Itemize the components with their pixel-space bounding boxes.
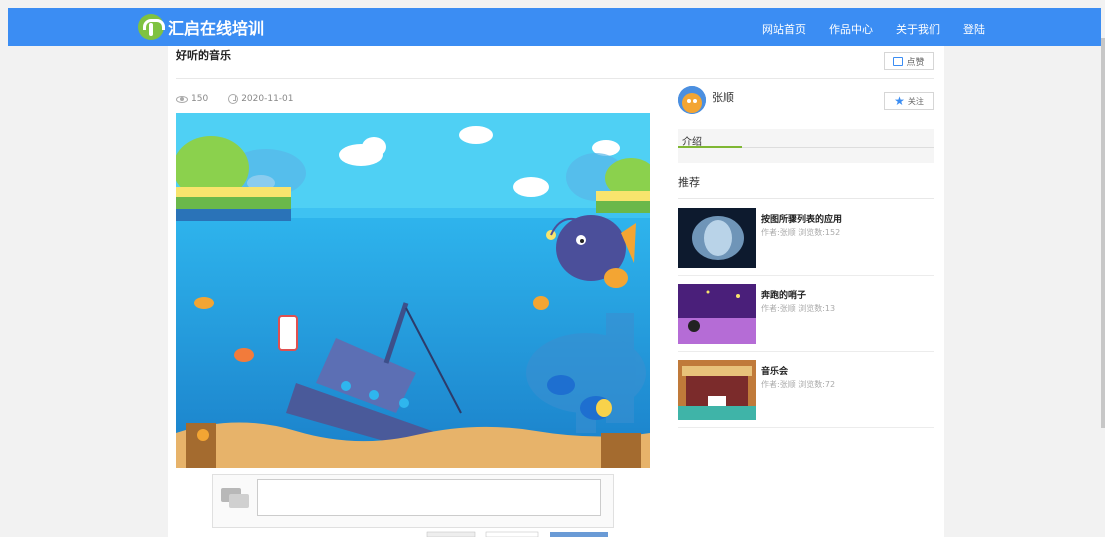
- list-item-title[interactable]: 奔跑的哨子: [761, 288, 806, 301]
- clock-icon: [228, 94, 239, 104]
- list-item-meta: 作者:张顺 浏览数:13: [761, 304, 836, 313]
- thumbs-up-icon: [893, 56, 904, 66]
- list-item-title[interactable]: 按图所骤列表的应用: [761, 212, 842, 225]
- recommend-title: 推荐: [678, 176, 700, 189]
- project-stage[interactable]: [176, 113, 650, 468]
- nav-item-works[interactable]: 作品中心: [829, 21, 873, 37]
- logo-text: 汇启在线培训: [168, 19, 265, 38]
- thumbnail: [678, 284, 756, 344]
- follow-label: 关注: [907, 96, 924, 106]
- tab-active-indicator: [678, 146, 742, 148]
- main-nav: 网站首页 作品中心 关于我们 登陆: [762, 21, 1008, 37]
- author-info[interactable]: 张顺: [678, 86, 734, 114]
- comment-actions: [426, 531, 608, 537]
- author-name[interactable]: 张顺: [712, 89, 734, 105]
- list-item-title[interactable]: 音乐会: [761, 364, 788, 377]
- publish-date-value: 2020-11-01: [241, 94, 294, 104]
- view-count-value: 150: [191, 94, 209, 104]
- follow-button[interactable]: ★ 关注: [884, 92, 934, 110]
- like-label: 点赞: [906, 57, 925, 68]
- work-meta: 150 2020-11-01: [176, 94, 294, 104]
- captcha-input[interactable]: [485, 531, 539, 537]
- list-item[interactable]: 音乐会 作者:张顺 浏览数:72: [678, 352, 934, 428]
- logo-tree-icon: [138, 14, 165, 40]
- list-item-meta: 作者:张顺 浏览数:72: [761, 380, 836, 389]
- publish-date: 2020-11-01: [228, 94, 294, 104]
- list-item-meta: 作者:张顺 浏览数:152: [761, 228, 841, 237]
- main-content: 好听的音乐 点赞 150 2020-11-01 张顺 ★ 关注 介绍 推荐 按图…: [168, 46, 944, 537]
- captcha-image: [426, 531, 476, 537]
- view-count: 150: [176, 94, 208, 104]
- nav-item-about[interactable]: 关于我们: [896, 21, 940, 37]
- nav-item-home[interactable]: 网站首页: [762, 21, 806, 37]
- thumbnail: [678, 360, 756, 420]
- eye-icon: [176, 95, 188, 103]
- work-title: 好听的音乐: [176, 49, 231, 62]
- avatar: [678, 86, 706, 114]
- star-icon: ★: [894, 94, 905, 108]
- page-scrollbar[interactable]: [1101, 38, 1105, 428]
- comment-input[interactable]: [257, 479, 601, 516]
- list-item[interactable]: 奔跑的哨子 作者:张顺 浏览数:13: [678, 276, 934, 352]
- list-item[interactable]: 按图所骤列表的应用 作者:张顺 浏览数:152: [678, 200, 934, 276]
- site-logo[interactable]: 汇启在线培训: [138, 14, 264, 40]
- intro-panel: 介绍: [678, 129, 934, 163]
- nav-item-login[interactable]: 登陆: [963, 21, 985, 37]
- comment-icon: [221, 488, 249, 508]
- sprite-can: [278, 315, 298, 351]
- thumbnail: [678, 208, 756, 268]
- comment-box: [212, 474, 614, 528]
- top-navbar: 汇启在线培训 网站首页 作品中心 关于我们 登陆: [8, 8, 1101, 46]
- submit-button[interactable]: [550, 532, 608, 537]
- like-button[interactable]: 点赞: [884, 52, 934, 70]
- title-divider: [176, 78, 934, 79]
